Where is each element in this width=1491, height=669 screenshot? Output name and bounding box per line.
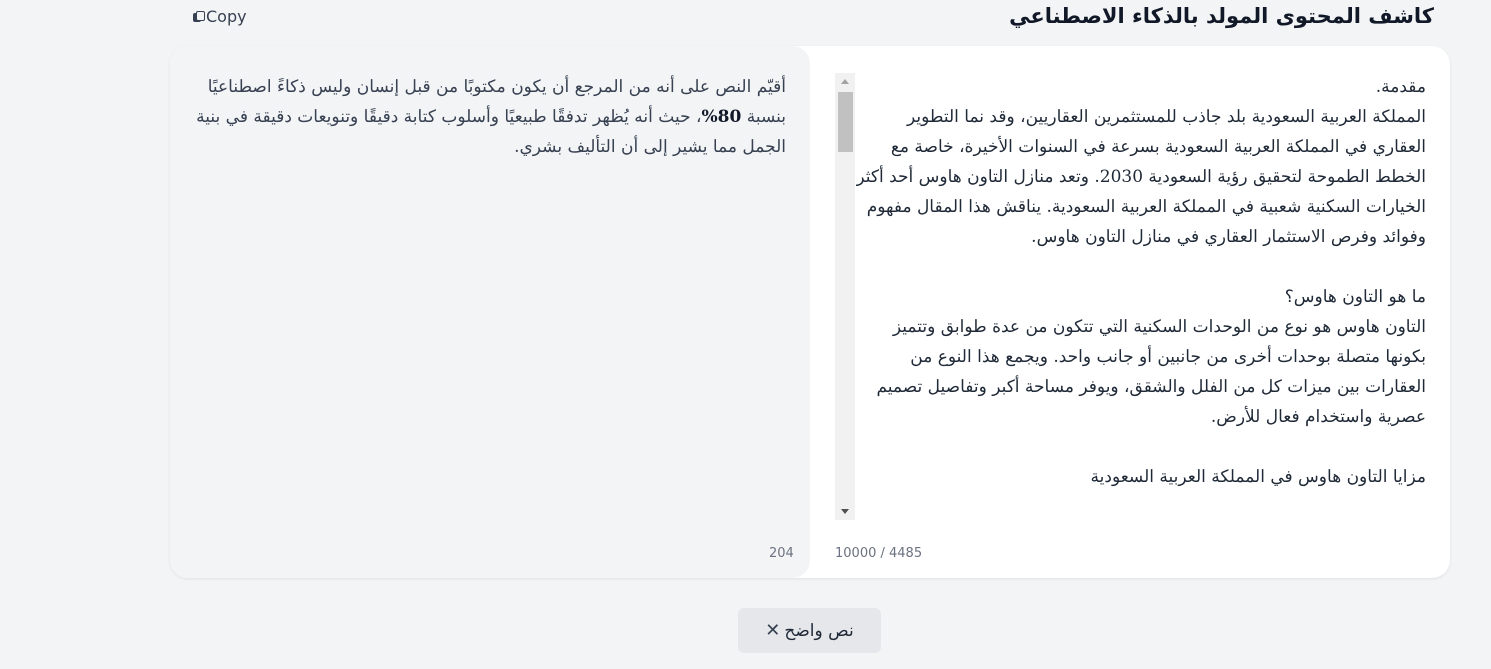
text-input-area[interactable]: مقدمة. المملكة العربية السعودية بلد جاذب… bbox=[856, 72, 1426, 522]
scrollbar-thumb[interactable] bbox=[838, 92, 853, 152]
copy-icon bbox=[193, 10, 205, 23]
result-panel: أقيّم النص على أنه من المرجع أن يكون مكت… bbox=[170, 46, 810, 578]
clear-text-button[interactable]: نص واضح ✕ bbox=[738, 608, 881, 653]
input-scrollbar[interactable] bbox=[835, 73, 855, 520]
copy-label: Copy bbox=[206, 7, 247, 26]
copy-button[interactable]: Copy bbox=[193, 7, 247, 26]
result-text: أقيّم النص على أنه من المرجع أن يكون مكت… bbox=[194, 72, 786, 162]
character-count: 10000 / 4485 bbox=[835, 546, 923, 561]
result-percentage: 80% bbox=[701, 107, 742, 127]
detector-card: أقيّم النص على أنه من المرجع أن يكون مكت… bbox=[170, 46, 1450, 578]
close-icon: ✕ bbox=[765, 620, 781, 641]
scroll-down-arrow-icon[interactable] bbox=[841, 509, 849, 514]
scroll-up-arrow-icon[interactable] bbox=[841, 79, 849, 84]
result-text-after: ، حيث أنه يُظهر تدفقًا طبيعيًا وأسلوب كت… bbox=[196, 107, 786, 157]
clear-text-label: نص واضح bbox=[784, 620, 854, 641]
result-word-count: 204 bbox=[769, 546, 794, 561]
page-title: كاشف المحتوى المولد بالذكاء الاصطناعي bbox=[1009, 4, 1434, 28]
